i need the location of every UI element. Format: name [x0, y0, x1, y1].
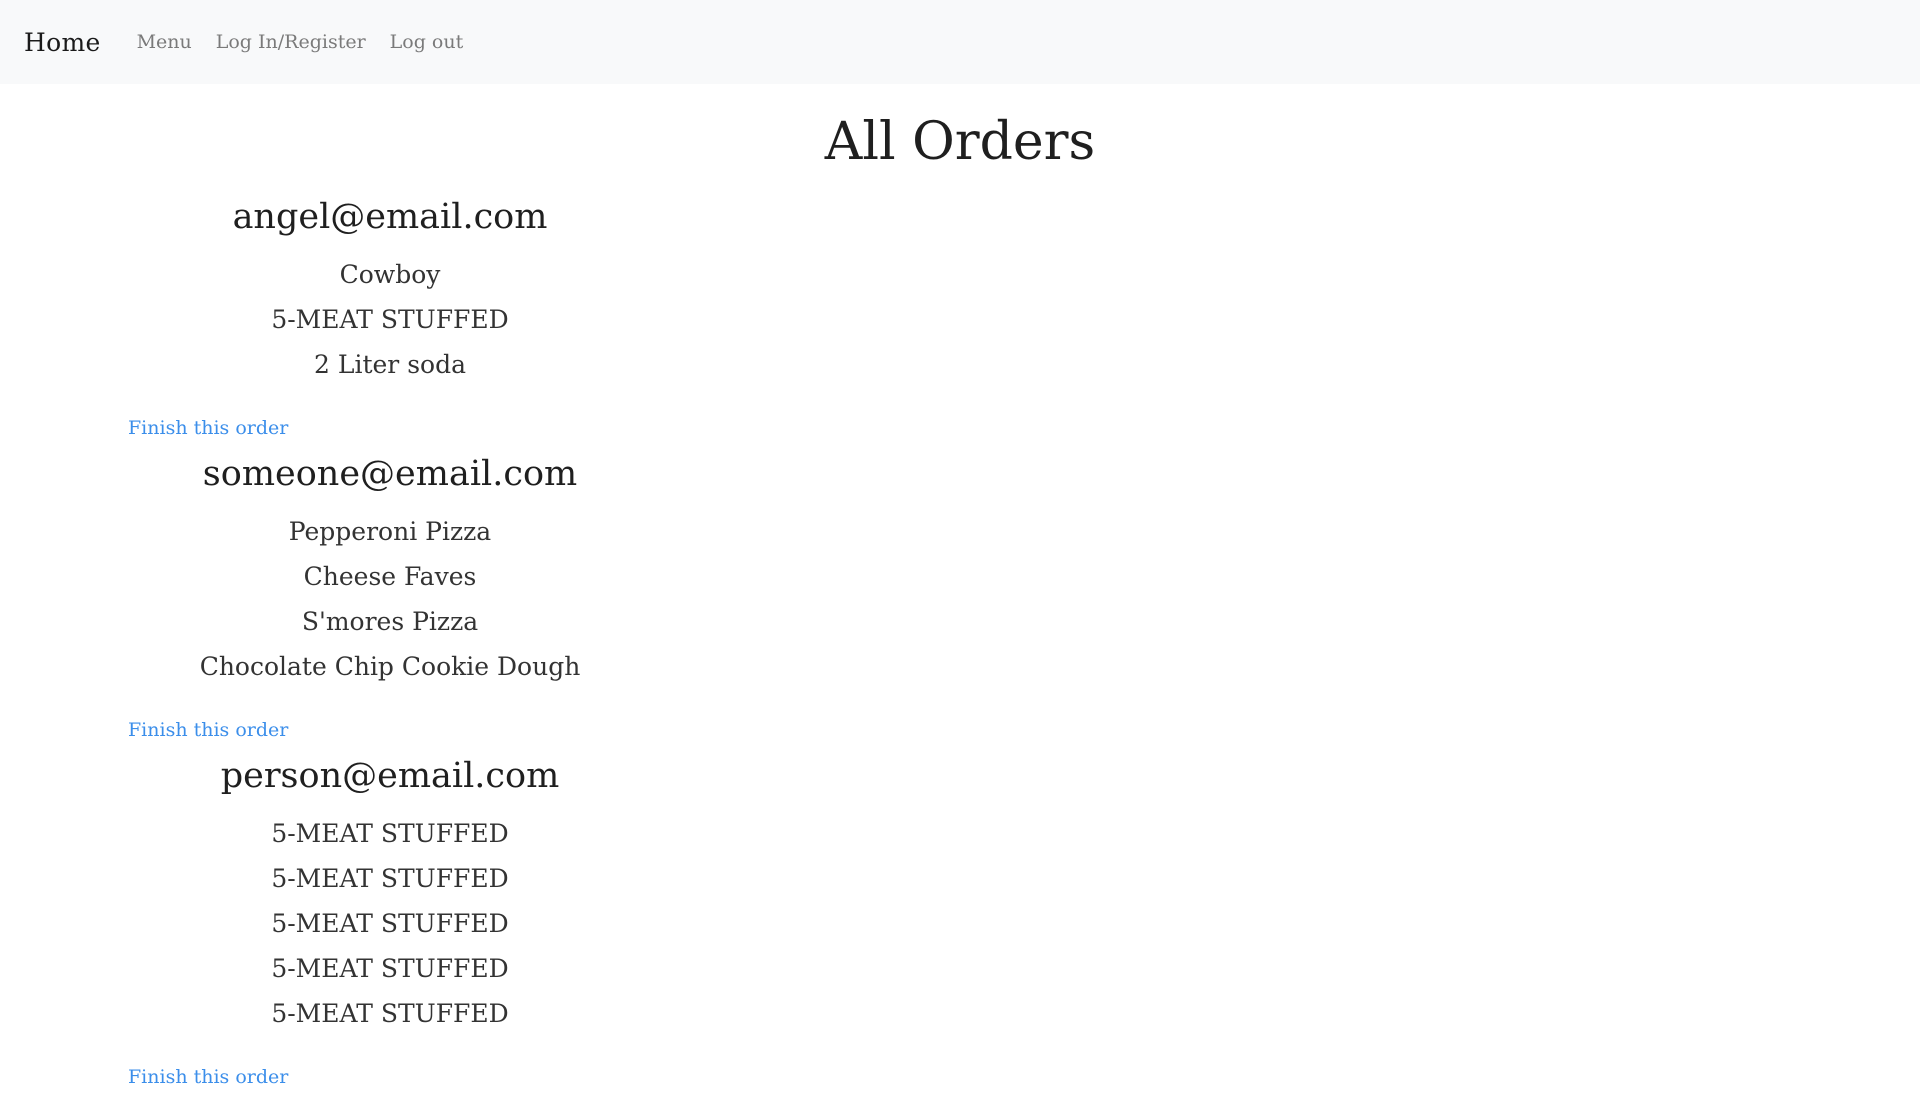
- page-title: All Orders: [824, 112, 1096, 172]
- order-item: 5-MEAT STUFFED: [271, 999, 509, 1028]
- order-item: Cowboy: [339, 260, 441, 289]
- finish-order-link[interactable]: Finish this order: [128, 716, 288, 744]
- order-item: 5-MEAT STUFFED: [271, 909, 509, 938]
- navbar: Home Menu Log In/Register Log out: [0, 0, 1920, 84]
- order-item: 5-MEAT STUFFED: [271, 819, 509, 848]
- order-item: Pepperoni Pizza: [288, 517, 492, 546]
- nav-home-link[interactable]: Home: [24, 28, 101, 57]
- order-email: person@email.com: [220, 756, 560, 796]
- order-item: S'mores Pizza: [301, 607, 479, 636]
- nav-logout-link[interactable]: Log out: [390, 31, 464, 53]
- order-email: angel@email.com: [232, 197, 548, 237]
- order-item: 5-MEAT STUFFED: [271, 305, 509, 334]
- order-item: 5-MEAT STUFFED: [271, 864, 509, 893]
- order-item: 5-MEAT STUFFED: [271, 954, 509, 983]
- finish-order-link[interactable]: Finish this order: [128, 414, 288, 442]
- nav-menu-link[interactable]: Menu: [137, 31, 192, 53]
- order-item: 2 Liter soda: [314, 350, 466, 379]
- order-email: someone@email.com: [202, 454, 578, 494]
- finish-order-link[interactable]: Finish this order: [128, 1063, 288, 1091]
- nav-login-register-link[interactable]: Log In/Register: [216, 31, 366, 53]
- order-item: Cheese Faves: [303, 562, 477, 591]
- order-item: Chocolate Chip Cookie Dough: [199, 652, 581, 681]
